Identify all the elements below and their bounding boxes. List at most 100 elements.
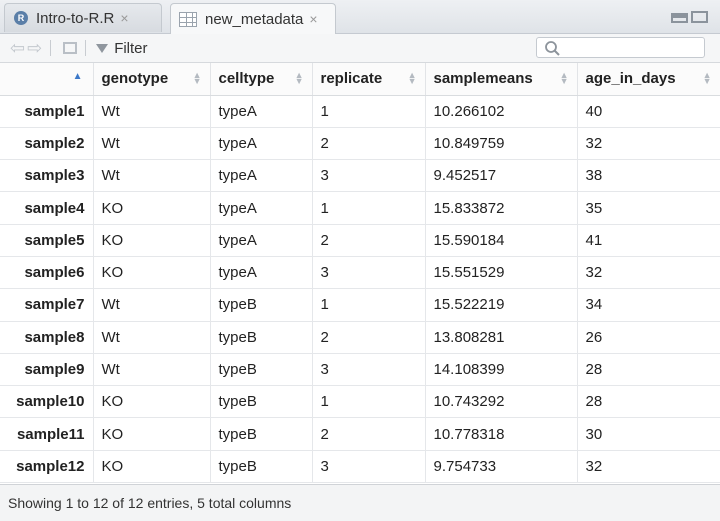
back-arrow-icon[interactable]: ⇦ xyxy=(10,38,25,59)
row-name: sample2 xyxy=(0,127,94,161)
table-row: sample11 KO typeB 2 10.778318 30 xyxy=(0,417,720,451)
genotype-cell: Wt xyxy=(93,288,211,322)
celltype-cell: typeB xyxy=(210,450,313,484)
row-name: sample10 xyxy=(0,385,94,419)
genotype-cell: Wt xyxy=(93,127,211,161)
genotype-cell: KO xyxy=(93,224,211,257)
celltype-cell: typeA xyxy=(210,224,313,257)
status-bar: Showing 1 to 12 of 12 entries, 5 total c… xyxy=(0,484,720,521)
row-name: sample9 xyxy=(0,353,94,387)
samplemeans-cell: 15.551529 xyxy=(425,256,578,290)
celltype-cell: typeA xyxy=(210,256,313,290)
window-controls xyxy=(671,11,708,23)
age-in-days-cell: 26 xyxy=(577,321,720,354)
samplemeans-cell: 10.743292 xyxy=(425,385,578,419)
column-header-rownames[interactable]: ▲ xyxy=(0,63,94,96)
samplemeans-cell: 10.849759 xyxy=(425,127,578,161)
samplemeans-cell: 10.778318 xyxy=(425,417,578,451)
age-in-days-cell: 32 xyxy=(577,256,720,290)
genotype-cell: KO xyxy=(93,191,211,225)
samplemeans-cell: 15.833872 xyxy=(425,191,578,225)
filter-label: Filter xyxy=(114,39,148,57)
age-in-days-cell: 38 xyxy=(577,159,720,193)
filter-button[interactable]: Filter xyxy=(96,39,148,57)
sort-icon: ▲ ▼ xyxy=(702,70,712,86)
table-row: sample1 Wt typeA 1 10.266102 40 xyxy=(0,95,720,128)
tab-intro-to-r[interactable]: R Intro-to-R.R × xyxy=(4,3,162,32)
samplemeans-cell: 14.108399 xyxy=(425,353,578,387)
table-row: sample2 Wt typeA 2 10.849759 32 xyxy=(0,127,720,161)
replicate-cell: 1 xyxy=(312,288,426,322)
replicate-cell: 3 xyxy=(312,159,426,193)
table-row: sample10 KO typeB 1 10.743292 28 xyxy=(0,385,720,419)
editor-tab-bar: R Intro-to-R.R × new_metadata × xyxy=(0,0,720,34)
minimize-icon[interactable] xyxy=(671,13,688,23)
column-header-samplemeans[interactable]: samplemeans ▲ ▼ xyxy=(425,63,578,96)
toolbar-divider xyxy=(85,40,87,56)
replicate-cell: 2 xyxy=(312,224,426,257)
search-input[interactable] xyxy=(536,37,705,58)
row-name: sample4 xyxy=(0,191,94,225)
close-icon[interactable]: × xyxy=(309,11,317,27)
column-header-replicate[interactable]: replicate ▲ ▼ xyxy=(312,63,426,96)
samplemeans-cell: 9.452517 xyxy=(425,159,578,193)
genotype-cell: KO xyxy=(93,417,211,451)
r-script-icon: R xyxy=(14,11,28,25)
samplemeans-cell: 9.754733 xyxy=(425,450,578,484)
sort-icon: ▲ ▼ xyxy=(407,70,417,86)
table-row: sample5 KO typeA 2 15.590184 41 xyxy=(0,224,720,257)
sort-icon: ▲ ▼ xyxy=(192,70,202,86)
tab-new-metadata[interactable]: new_metadata × xyxy=(170,3,336,34)
row-name: sample11 xyxy=(0,417,94,451)
table-row: sample9 Wt typeB 3 14.108399 28 xyxy=(0,353,720,387)
column-header-age-in-days[interactable]: age_in_days ▲ ▼ xyxy=(577,63,720,96)
row-name: sample12 xyxy=(0,450,94,484)
replicate-cell: 3 xyxy=(312,256,426,290)
popout-icon[interactable] xyxy=(63,42,78,54)
table-row: sample8 Wt typeB 2 13.808281 26 xyxy=(0,321,720,354)
table-row: sample7 Wt typeB 1 15.522219 34 xyxy=(0,288,720,322)
genotype-cell: Wt xyxy=(93,159,211,193)
sort-icon: ▲ ▼ xyxy=(294,70,304,86)
genotype-cell: Wt xyxy=(93,321,211,354)
table-header-row: ▲ genotype ▲ ▼ celltype ▲ ▼ replicate ▲ ▼ samp… xyxy=(0,63,720,96)
age-in-days-cell: 30 xyxy=(577,417,720,451)
data-grid-icon xyxy=(179,11,197,27)
age-in-days-cell: 41 xyxy=(577,224,720,257)
row-name: sample8 xyxy=(0,321,94,354)
celltype-cell: typeA xyxy=(210,191,313,225)
celltype-cell: typeB xyxy=(210,385,313,419)
samplemeans-cell: 15.522219 xyxy=(425,288,578,322)
age-in-days-cell: 34 xyxy=(577,288,720,322)
age-in-days-cell: 35 xyxy=(577,191,720,225)
toolbar-divider xyxy=(50,40,52,56)
maximize-icon[interactable] xyxy=(691,11,708,23)
column-header-genotype[interactable]: genotype ▲ ▼ xyxy=(93,63,211,96)
samplemeans-cell: 10.266102 xyxy=(425,95,578,128)
celltype-cell: typeB xyxy=(210,417,313,451)
samplemeans-cell: 13.808281 xyxy=(425,321,578,354)
age-in-days-cell: 40 xyxy=(577,95,720,128)
replicate-cell: 2 xyxy=(312,127,426,161)
replicate-cell: 2 xyxy=(312,321,426,354)
replicate-cell: 1 xyxy=(312,385,426,419)
replicate-cell: 3 xyxy=(312,450,426,484)
table-row: sample3 Wt typeA 3 9.452517 38 xyxy=(0,159,720,193)
age-in-days-cell: 32 xyxy=(577,450,720,484)
close-icon[interactable]: × xyxy=(120,10,128,26)
celltype-cell: typeB xyxy=(210,353,313,387)
search-icon xyxy=(545,41,560,56)
data-table: ▲ genotype ▲ ▼ celltype ▲ ▼ replicate ▲ ▼ samp… xyxy=(0,63,720,484)
genotype-cell: KO xyxy=(93,256,211,290)
samplemeans-cell: 15.590184 xyxy=(425,224,578,257)
celltype-cell: typeA xyxy=(210,127,313,161)
filter-icon xyxy=(96,43,109,53)
column-header-celltype[interactable]: celltype ▲ ▼ xyxy=(210,63,313,96)
entries-status: Showing 1 to 12 of 12 entries, 5 total c… xyxy=(8,495,292,511)
table-row: sample4 KO typeA 1 15.833872 35 xyxy=(0,191,720,225)
forward-arrow-icon[interactable]: ⇨ xyxy=(27,38,42,59)
table-row: sample12 KO typeB 3 9.754733 32 xyxy=(0,450,720,484)
celltype-cell: typeB xyxy=(210,288,313,322)
replicate-cell: 1 xyxy=(312,191,426,225)
sort-ascending-icon: ▲ xyxy=(72,71,83,82)
